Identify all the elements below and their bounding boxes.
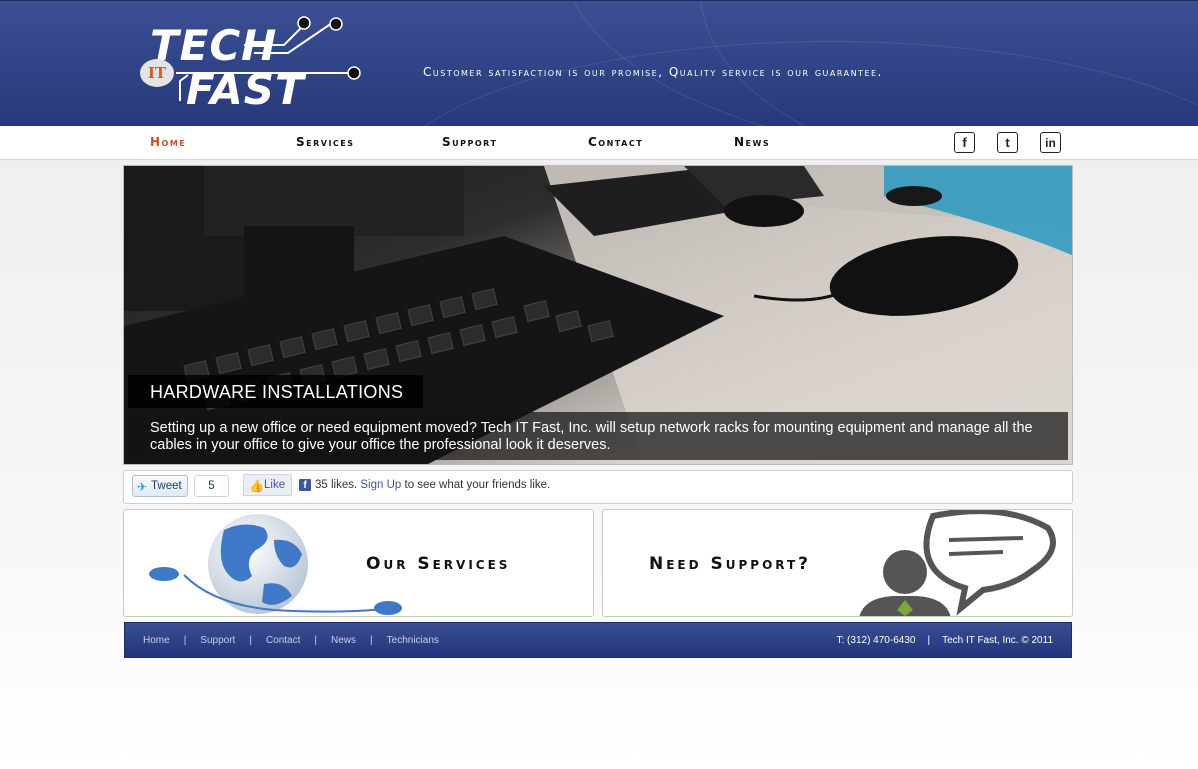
footer-contact-info: T: (312) 470-6430 | Tech IT Fast, Inc. © 2… [837,635,1054,646]
main-nav: Home Services Support Contact News f t i… [0,126,1198,160]
facebook-icon[interactable]: f [954,132,975,153]
likes-summary: 35 likes. Sign Up to see what your frien… [315,479,550,491]
logo-it-badge: IT [140,59,174,87]
slide-description: Setting up a new office or need equipmen… [128,412,1068,460]
linkedin-icon[interactable]: in [1040,132,1061,153]
footer-separator: | [249,635,252,646]
site-footer: Home | Support | Contact | News | Technicians T:… [124,622,1072,658]
footer-separator: | [314,635,318,646]
slide-title: HARDWARE INSTALLATIONS [128,375,423,408]
likes-count-text: 35 likes. [315,479,358,491]
our-services-title: Our Services [366,554,511,574]
footer-copyright: Tech IT Fast, Inc. © 2011 [942,635,1053,646]
tweet-count: 5 [194,475,229,497]
footer-links: Home | Support | Contact | News | Technicians [143,635,439,646]
like-label: Like [264,479,286,491]
footer-link-contact[interactable]: Contact [266,635,300,646]
our-services-box[interactable]: Our Services [123,509,594,617]
nav-services[interactable]: Services [296,135,355,149]
nav-home[interactable]: Home [150,135,186,149]
footer-link-technicians[interactable]: Technicians [387,635,439,646]
footer-link-news[interactable]: News [331,635,356,646]
footer-phone: T: (312) 470-6430 [836,635,916,646]
signup-link[interactable]: Sign Up [360,479,401,491]
need-support-box[interactable]: Need Support? [602,509,1073,617]
footer-separator: | [927,635,931,646]
support-agent-icon [859,510,1056,616]
tweet-label: Tweet [151,480,182,492]
nav-contact[interactable]: Contact [588,135,643,149]
tagline: Customer satisfaction is our promise, Qu… [423,65,883,79]
facebook-small-icon: f [299,479,311,491]
footer-separator: | [183,635,187,646]
twitter-bird-icon: ✈ [137,480,148,494]
site-header: TECH FAST IT Customer satisfaction is ou… [0,0,1198,126]
thumbs-up-icon: 👍 [249,479,264,493]
footer-link-home[interactable]: Home [143,635,170,646]
social-share-bar: ✈ Tweet 5 👍 Like f 35 likes. Sign Up to … [123,470,1073,504]
site-logo[interactable]: TECH FAST IT [136,15,368,115]
nav-support[interactable]: Support [442,135,497,149]
like-button[interactable]: 👍 Like [243,474,292,496]
tweet-button[interactable]: ✈ Tweet [132,475,188,497]
nav-news[interactable]: News [734,135,770,149]
twitter-icon[interactable]: t [997,132,1018,153]
signup-suffix-text: to see what your friends like. [404,479,551,491]
footer-link-support[interactable]: Support [200,635,235,646]
need-support-title: Need Support? [649,554,812,574]
footer-separator: | [370,635,373,646]
logo-fast-text: FAST [186,65,305,114]
